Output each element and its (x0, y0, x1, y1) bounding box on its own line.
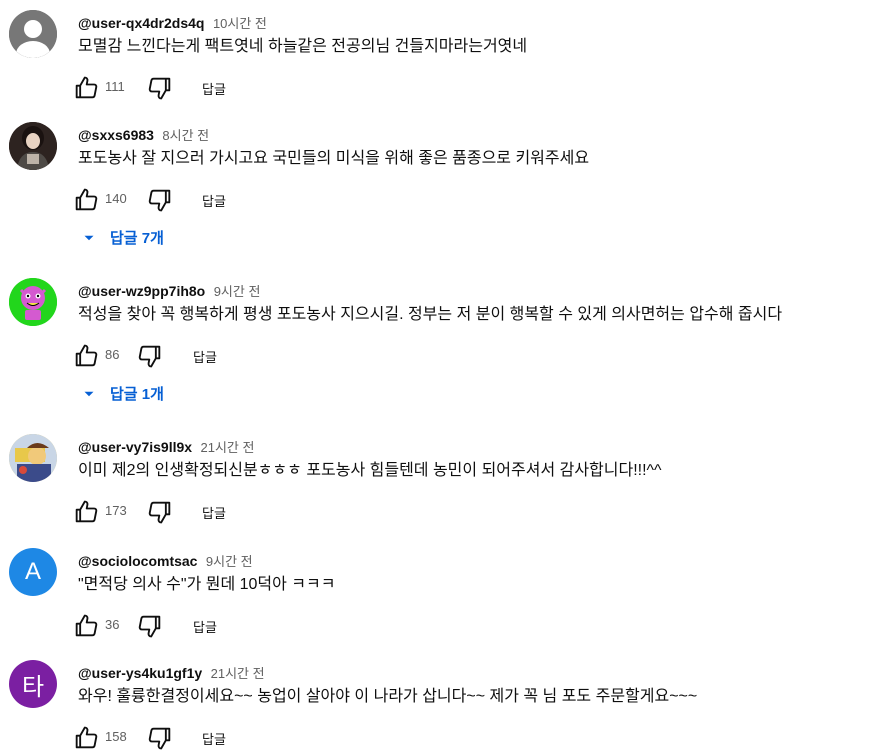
comment-timestamp[interactable]: 21시간 전 (201, 440, 255, 455)
like-count: 158 (105, 729, 127, 744)
like-count: 86 (105, 347, 120, 362)
avatar[interactable] (9, 10, 57, 58)
reply-button[interactable]: 답글 (202, 79, 226, 98)
reply-button[interactable]: 답글 (193, 347, 217, 366)
avatar-letter: 타 (21, 673, 45, 701)
like-count: 140 (105, 191, 127, 206)
avatar-letter: A (24, 558, 41, 585)
thumbs-down-icon[interactable] (146, 724, 174, 752)
view-replies-button[interactable]: 답글 1개 (80, 383, 164, 404)
view-replies-button[interactable]: 답글 7개 (80, 227, 164, 248)
like-count: 173 (105, 503, 127, 518)
thumbs-down-icon[interactable] (146, 74, 174, 102)
comment-text: 와우! 훌륭한결정이세요~~ 농업이 살아야 이 나라가 삽니다~~ 제가 꼭 … (78, 688, 698, 705)
reply-button[interactable]: 답글 (193, 617, 217, 636)
comment-actions: 158 답글 (72, 724, 472, 752)
comment-timestamp[interactable]: 10시간 전 (213, 16, 267, 31)
comment-text: 적성을 찾아 꼭 행복하게 평생 포도농사 지으시길. 정부는 저 분이 행복할… (78, 306, 783, 323)
comment-actions: 86 답글 (72, 342, 472, 370)
thumbs-down-icon[interactable] (146, 498, 174, 526)
comment-actions: 36 답글 (72, 612, 472, 640)
comment-author[interactable]: @sxxs6983 (78, 127, 154, 143)
comment-actions: 140 답글 (72, 186, 472, 214)
reply-button[interactable]: 답글 (202, 503, 226, 522)
comment-text: 포도농사 잘 지으러 가시고요 국민들의 미식을 위해 좋은 품종으로 키워주세… (78, 150, 590, 167)
caret-down-icon (84, 235, 94, 240)
reply-button[interactable]: 답글 (202, 191, 226, 210)
cartoon-avatar (9, 278, 57, 326)
comment-timestamp[interactable]: 8시간 전 (162, 128, 209, 143)
comment-timestamp[interactable]: 9시간 전 (206, 554, 253, 569)
comment-author[interactable]: @user-qx4dr2ds4q (78, 15, 204, 31)
avatar[interactable] (9, 278, 57, 326)
comment-author[interactable]: @user-ys4ku1gf1y (78, 665, 202, 681)
caret-down-icon (84, 391, 94, 396)
thumbs-down-icon[interactable] (136, 612, 164, 640)
comment-text: 이미 제2의 인생확정되신분ㅎㅎㅎ 포도농사 힘들텐데 농민이 되어주셔서 감사… (78, 462, 662, 479)
comment-text: 모멸감 느낀다는게 팩트엿네 하늘같은 전공의님 건들지마라는거엿네 (78, 38, 528, 55)
avatar[interactable]: 타 (9, 660, 57, 708)
comment-timestamp[interactable]: 9시간 전 (214, 284, 261, 299)
avatar[interactable] (9, 122, 57, 170)
thumbs-up-icon[interactable] (72, 612, 100, 640)
like-count: 111 (105, 79, 125, 94)
view-replies-label: 답글 1개 (110, 386, 164, 403)
comment-actions: 111 답글 (72, 74, 472, 102)
thumbs-up-icon[interactable] (72, 74, 100, 102)
comment-timestamp[interactable]: 21시간 전 (211, 666, 265, 681)
thumbs-down-icon[interactable] (146, 186, 174, 214)
comment-author[interactable]: @sociolocomtsac (78, 553, 197, 569)
comment-actions: 173 답글 (72, 498, 472, 526)
thumbs-down-icon[interactable] (136, 342, 164, 370)
avatar[interactable] (9, 434, 57, 482)
thumbs-up-icon[interactable] (72, 498, 100, 526)
thumbs-up-icon[interactable] (72, 342, 100, 370)
avatar[interactable]: A (9, 548, 57, 596)
comment-author[interactable]: @user-vy7is9ll9x (78, 439, 192, 455)
comment-author[interactable]: @user-wz9pp7ih8o (78, 283, 205, 299)
thumbs-up-icon[interactable] (72, 186, 100, 214)
default-person-icon (9, 10, 57, 58)
thumbs-up-icon[interactable] (72, 724, 100, 752)
cartoon-avatar (9, 434, 57, 482)
reply-button[interactable]: 답글 (202, 729, 226, 748)
like-count: 36 (105, 617, 120, 632)
comment-text: "면적당 의사 수"가 뭔데 10덕아 ㅋㅋㅋ (78, 576, 336, 593)
view-replies-label: 답글 7개 (110, 230, 164, 247)
photo-avatar (9, 122, 57, 170)
